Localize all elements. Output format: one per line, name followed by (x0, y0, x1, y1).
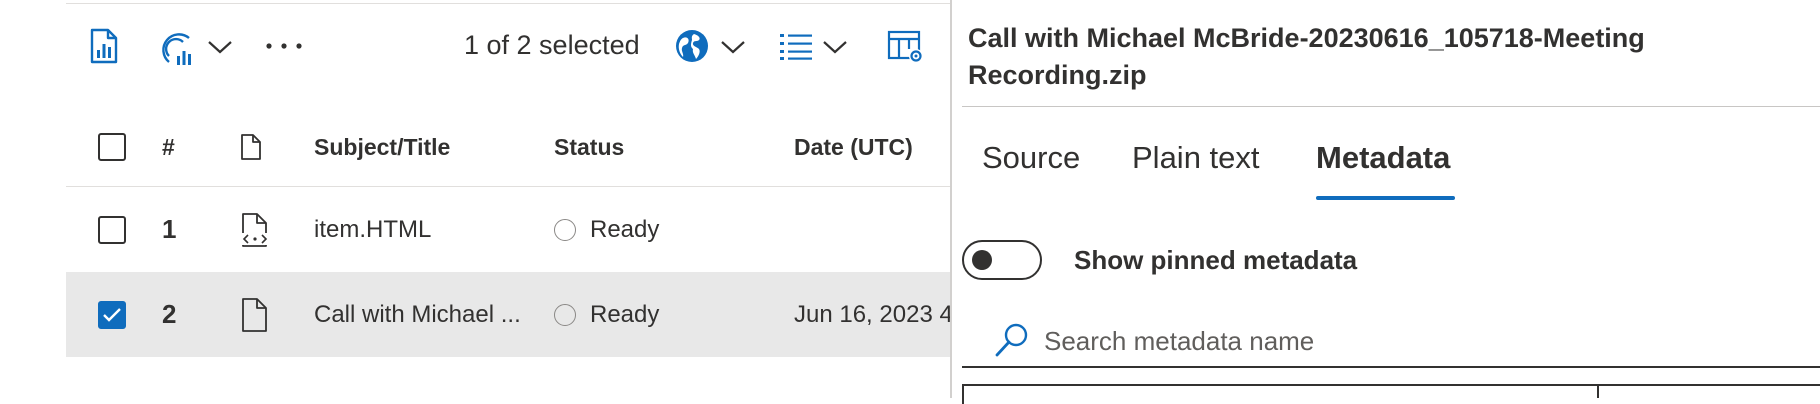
chevron-down-icon[interactable] (205, 32, 235, 62)
row-status: Ready (554, 272, 659, 357)
detail-pane: Call with Michael McBride-20230616_10571… (950, 0, 1820, 404)
column-header-file[interactable] (240, 108, 262, 186)
report-icon[interactable] (84, 26, 124, 66)
table-row-selected[interactable]: 2 Call with Michael ... Ready Jun 16, 20… (66, 272, 950, 357)
column-header-date[interactable]: Date (UTC) (794, 108, 913, 186)
table-row[interactable]: 1 item.HTML Ready (66, 187, 950, 272)
table-settings-icon[interactable] (886, 28, 926, 66)
show-pinned-metadata-toggle[interactable] (962, 240, 1042, 280)
column-header-subject[interactable]: Subject/Title (314, 108, 450, 186)
html-file-icon (240, 187, 270, 272)
analytics-icon[interactable] (155, 24, 203, 70)
active-tab-indicator (1316, 196, 1455, 200)
row-checkbox-checked[interactable] (98, 300, 126, 329)
globe-icon[interactable] (672, 26, 712, 66)
select-all-checkbox[interactable] (98, 133, 126, 161)
select-all-cell (98, 108, 126, 186)
row-subject: Call with Michael ... (314, 300, 521, 328)
tab-metadata[interactable]: Metadata (1316, 140, 1450, 176)
tab-plain-text[interactable]: Plain text (1132, 140, 1260, 176)
more-icon[interactable] (262, 30, 306, 62)
metadata-table-column-divider (1597, 384, 1599, 398)
selection-count: 1 of 2 selected (464, 30, 640, 60)
globe-chevron-down-icon[interactable] (718, 32, 748, 62)
metadata-search (962, 316, 1820, 368)
toggle-label: Show pinned metadata (1074, 245, 1358, 275)
list-toolbar: 1 of 2 selected (0, 0, 950, 98)
row-number: 1 (162, 214, 177, 244)
file-title: Call with Michael McBride-20230616_10571… (968, 23, 1645, 90)
row-status: Ready (554, 187, 659, 272)
status-circle-icon (554, 218, 576, 241)
toggle-knob (972, 250, 992, 270)
metadata-table (962, 384, 1820, 404)
search-metadata-input[interactable] (1044, 316, 1744, 366)
tab-source[interactable]: Source (982, 140, 1080, 176)
row-subject: item.HTML (314, 215, 432, 243)
row-date: Jun 16, 2023 4: (794, 300, 950, 328)
file-icon (240, 272, 270, 357)
status-circle-icon (554, 303, 576, 326)
column-header-number[interactable]: # (162, 108, 175, 186)
file-icon (241, 134, 261, 160)
list-icon[interactable] (776, 28, 816, 64)
list-chevron-down-icon[interactable] (820, 32, 850, 62)
table-header: # Subject/Title Status Date (UTC) (66, 108, 950, 187)
search-icon (995, 323, 1028, 357)
review-list-pane: 1 of 2 selected # Subject/Title Status D… (0, 0, 950, 398)
row-checkbox[interactable] (98, 215, 126, 244)
status-label: Ready (590, 215, 660, 243)
checkmark-icon (103, 307, 121, 322)
row-number: 2 (162, 299, 177, 329)
title-divider (962, 106, 1820, 107)
status-label: Ready (590, 300, 660, 328)
column-header-status[interactable]: Status (554, 108, 624, 186)
